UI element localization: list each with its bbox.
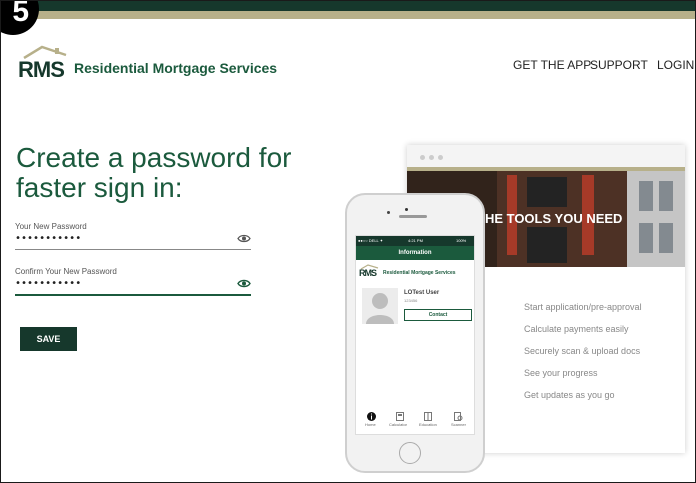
logo-rms-text: RMS [18, 57, 65, 82]
new-password-value: ••••••••••• [15, 233, 82, 244]
feature-item: Start application/pre-approval [524, 302, 642, 312]
tab-education[interactable]: Education [419, 422, 437, 427]
feature-item: Get updates as you go [524, 390, 615, 400]
screenshot-frame: RMS Residential Mortgage Services GET TH… [0, 0, 696, 483]
top-accent-bar [1, 11, 695, 19]
phone-logo-rms: RMS [359, 268, 377, 278]
page-title-line1: Create a password for [16, 142, 292, 173]
phone-screen-title: Information [356, 246, 474, 260]
logo-brand-name: Residential Mortgage Services [74, 60, 278, 76]
speaker-icon [399, 215, 427, 218]
browser-dot-icon [429, 155, 434, 160]
tab-scanner[interactable]: Scanner [451, 422, 466, 427]
nav-get-the-app[interactable]: GET THE APP [513, 58, 591, 72]
browser-dot-icon [438, 155, 443, 160]
nav-support[interactable]: SUPPORT [590, 58, 648, 72]
scanner-icon[interactable] [454, 412, 463, 421]
phone-user-id: 123456 [404, 298, 418, 303]
status-battery: 100% [456, 238, 467, 243]
page-title-line2: faster sign in: [16, 172, 183, 203]
phone-brand-name: Residential Mortgage Services [383, 270, 456, 276]
home-info-icon[interactable] [367, 412, 376, 421]
confirm-password-field[interactable]: ••••••••••• [15, 278, 251, 296]
camera-icon [405, 208, 408, 211]
show-password-icon[interactable] [237, 234, 251, 243]
home-button-icon [399, 442, 421, 464]
confirm-password-label: Confirm Your New Password [15, 267, 117, 276]
phone-user-name: LOTest User [404, 290, 440, 296]
camera-icon [387, 211, 390, 214]
phone-contact-button[interactable]: Contact [404, 309, 472, 321]
confirm-password-value: ••••••••••• [15, 278, 82, 289]
hero-title: THE TOOLS YOU NEED [477, 211, 623, 226]
page-title: Create a password for faster sign in: [16, 143, 316, 203]
calculator-icon[interactable] [396, 412, 404, 421]
new-password-field[interactable]: ••••••••••• [15, 233, 251, 250]
education-icon[interactable] [424, 412, 432, 421]
step-number-badge: 5 [1, 1, 39, 35]
tab-calculator[interactable]: Calculator [389, 422, 407, 427]
browser-dot-icon [420, 155, 425, 160]
show-confirm-password-icon[interactable] [237, 279, 251, 288]
feature-item: See your progress [524, 368, 598, 378]
nav-login[interactable]: LOGIN [657, 58, 694, 72]
phone-mockup: ●●○○ DELL ✦ 4:21 PM 100% Information RMS… [345, 193, 485, 473]
feature-item: Calculate payments easily [524, 324, 629, 334]
status-time: 4:21 PM [408, 238, 423, 243]
avatar-icon [362, 288, 398, 324]
save-button[interactable]: SAVE [20, 327, 77, 351]
feature-item: Securely scan & upload docs [524, 346, 641, 356]
tab-home[interactable]: Home [365, 422, 376, 427]
new-password-label: Your New Password [15, 222, 87, 231]
phone-screen: ●●○○ DELL ✦ 4:21 PM 100% Information RMS… [355, 235, 475, 435]
status-carrier: ●●○○ DELL ✦ [358, 238, 384, 243]
top-bar [1, 1, 695, 11]
browser-toolbar [407, 145, 685, 167]
phone-status-bar: ●●○○ DELL ✦ 4:21 PM 100% [356, 236, 474, 246]
